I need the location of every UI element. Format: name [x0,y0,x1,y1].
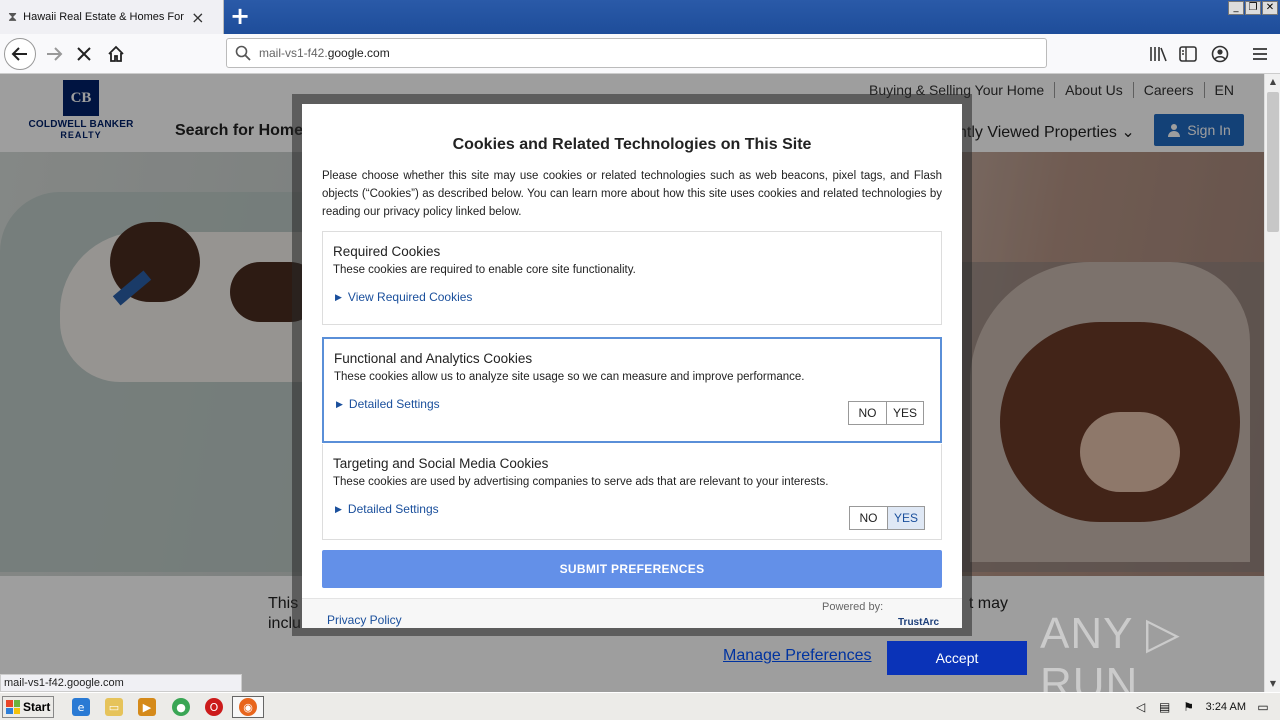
functional-cookies-title: Functional and Analytics Cookies [334,351,533,366]
internet-explorer-icon[interactable]: e [72,698,90,716]
functional-detailed-settings-label: Detailed Settings [348,397,440,411]
targeting-cookies-title: Targeting and Social Media Cookies [333,456,549,471]
forward-arrow-icon [47,47,63,61]
forward-button[interactable] [38,38,70,70]
chrome-icon[interactable]: ● [172,698,190,716]
loading-hourglass-icon: ⧗ [8,9,18,25]
home-button[interactable] [100,38,132,70]
modal-title: Cookies and Related Technologies on This… [452,136,812,153]
accept-button[interactable]: Accept [887,641,1027,675]
menu-icon[interactable] [1248,42,1272,66]
opera-icon[interactable]: O [205,698,223,716]
functional-toggle: NO YES [848,401,924,425]
page-scrollbar[interactable]: ▲ ▼ [1264,74,1280,692]
firefox-task-button[interactable]: ◉ [232,696,264,718]
show-desktop-icon[interactable]: ▭ [1256,700,1270,714]
status-bar-url: mail-vs1-f42.google.com [0,674,242,692]
functional-cookies-section: Functional and Analytics Cookies These c… [322,337,942,443]
restore-button[interactable]: ❐ [1245,1,1261,15]
close-window-button[interactable]: ✕ [1262,1,1278,15]
browser-tab-bar: ⧗ Hawaii Real Estate & Homes For S × + _… [0,0,1280,34]
trustarc-logo[interactable]: TrustArc [898,617,939,628]
library-icon[interactable] [1146,42,1170,66]
home-icon [108,45,124,62]
expand-triangle-icon: ▶ [335,291,342,302]
targeting-cookies-desc: These cookies are used by advertising co… [333,476,829,488]
stop-button[interactable] [68,38,100,70]
start-label: Start [23,700,51,714]
targeting-cookies-section: Targeting and Social Media Cookies These… [322,444,942,540]
manage-preferences-link[interactable]: Manage Preferences [723,647,872,665]
privacy-policy-link[interactable]: Privacy Policy [327,613,402,627]
flag-icon[interactable]: ⚑ [1182,700,1196,714]
browser-tab[interactable]: ⧗ Hawaii Real Estate & Homes For S × [0,0,224,34]
url-domain: google.com [327,46,390,60]
url-bar[interactable]: mail-vs1-f42.google.com [226,38,1047,68]
firefox-icon: ◉ [239,698,257,716]
back-button[interactable] [4,38,36,70]
scroll-thumb[interactable] [1267,92,1279,232]
new-tab-button[interactable]: + [230,2,250,30]
account-icon[interactable] [1208,42,1232,66]
cookie-preferences-modal: Cookies and Related Technologies on This… [302,104,962,628]
media-player-icon[interactable]: ▶ [138,698,156,716]
tab-close-icon[interactable]: × [191,8,204,27]
taskbar: Start e ▭ ▶ ● O ◉ ◁ ▤ ⚑ 3:24 AM ▭ [0,692,1280,720]
targeting-detailed-settings-label: Detailed Settings [347,502,439,516]
targeting-yes-button[interactable]: YES [887,507,924,529]
minimize-button[interactable]: _ [1228,1,1244,15]
modal-intro: Please choose whether this site may use … [322,170,942,218]
window-controls: _ ❐ ✕ [1228,1,1278,15]
url-subdomain: mail-vs1-f42. [259,46,328,60]
volume-icon[interactable]: ◁ [1134,700,1148,714]
stop-x-icon [77,47,91,61]
expand-triangle-icon: ▶ [335,503,342,514]
submit-preferences-button[interactable]: SUBMIT PREFERENCES [322,550,942,588]
targeting-no-button[interactable]: NO [850,507,887,529]
windows-logo-icon [6,700,20,714]
network-icon[interactable]: ▤ [1158,700,1172,714]
view-required-cookies-label: View Required Cookies [347,290,473,304]
url-text: mail-vs1-f42.google.com [259,46,390,60]
back-arrow-icon [11,47,27,61]
functional-no-button[interactable]: NO [849,402,886,424]
functional-cookies-desc: These cookies allow us to analyze site u… [334,371,805,383]
start-button[interactable]: Start [2,696,54,718]
search-icon [235,45,251,61]
functional-detailed-settings-link[interactable]: ▶ Detailed Settings [336,397,440,411]
required-cookies-desc: These cookies are required to enable cor… [333,264,636,276]
tab-title: Hawaii Real Estate & Homes For S [23,11,188,23]
modal-footer: Privacy Policy Powered by: TrustArc [302,598,962,628]
targeting-toggle: NO YES [849,506,925,530]
sidebar-icon[interactable] [1176,42,1200,66]
clock: 3:24 AM [1205,701,1246,713]
scroll-up-arrow-icon[interactable]: ▲ [1265,74,1280,90]
required-cookies-section: Required Cookies These cookies are requi… [322,231,942,325]
targeting-detailed-settings-link[interactable]: ▶ Detailed Settings [335,502,439,516]
expand-triangle-icon: ▶ [336,398,343,409]
system-tray: ◁ ▤ ⚑ 3:24 AM ▭ [1134,695,1280,719]
required-cookies-title: Required Cookies [333,244,441,259]
powered-by-label: Powered by: [822,601,884,613]
file-explorer-icon[interactable]: ▭ [105,698,123,716]
functional-yes-button[interactable]: YES [886,402,923,424]
browser-nav-bar: mail-vs1-f42.google.com [0,34,1280,74]
view-required-cookies-link[interactable]: ▶ View Required Cookies [335,290,472,304]
